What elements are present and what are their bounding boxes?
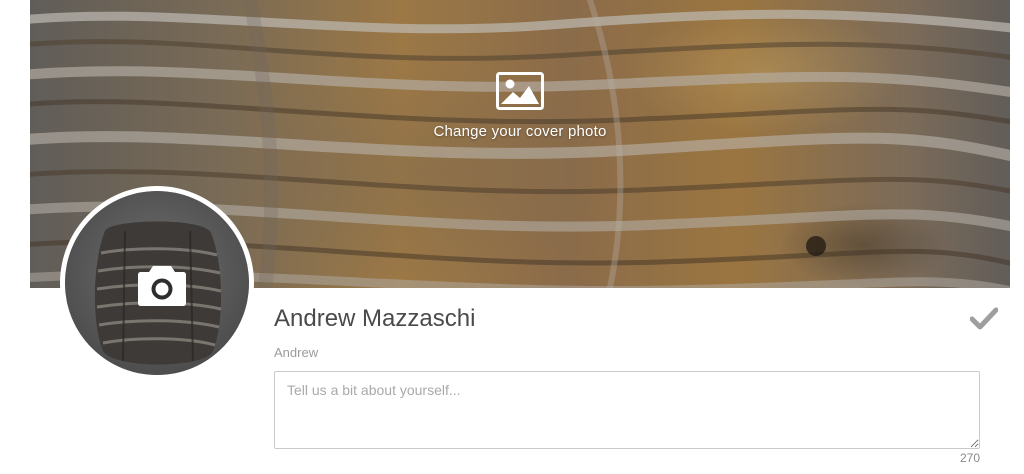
checkmark-icon[interactable]: [970, 307, 998, 331]
avatar[interactable]: [65, 191, 249, 375]
profile-full-name: Andrew Mazzaschi: [274, 305, 476, 332]
change-cover-photo-button[interactable]: Change your cover photo: [30, 72, 1010, 140]
avatar-frame: [60, 186, 254, 380]
bio-textarea[interactable]: [274, 371, 980, 449]
bio-character-counter: 270: [959, 451, 980, 465]
image-icon: [496, 72, 544, 110]
change-cover-photo-label: Change your cover photo: [433, 123, 607, 140]
camera-icon: [138, 266, 186, 306]
profile-first-name: Andrew: [274, 345, 319, 360]
